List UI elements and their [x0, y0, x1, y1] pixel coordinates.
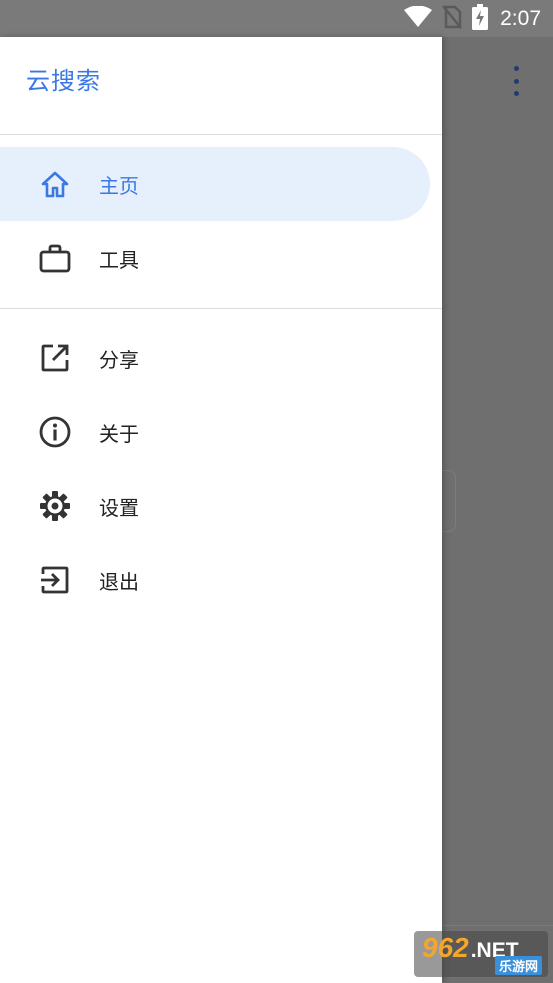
nav-item-label: 主页 [99, 173, 139, 198]
status-bar: 2:07 [0, 0, 553, 37]
watermark-number: 962 [422, 932, 469, 963]
wifi-icon [404, 5, 433, 32]
nav-group-secondary: 分享 关于 设置 退出 [0, 308, 442, 630]
nav-item-label: 退出 [99, 569, 139, 594]
drawer-header: 云搜索 [0, 37, 442, 135]
nav-item-share[interactable]: 分享 [0, 321, 430, 395]
status-time: 2:07 [500, 6, 541, 30]
watermark-logo: 962 .NET 乐游网 [414, 931, 548, 977]
nav-item-label: 工具 [99, 247, 139, 272]
drawer-title: 云搜索 [26, 67, 101, 95]
battery-charging-icon [472, 3, 489, 34]
exit-icon [38, 563, 72, 597]
nav-item-label: 设置 [99, 495, 139, 520]
navigation-drawer: 云搜索 主页 工具 分享 关于 设置 退出 [0, 37, 442, 983]
nav-item-label: 分享 [99, 347, 139, 372]
open-in-new-icon [38, 341, 72, 375]
more-vert-icon[interactable] [506, 66, 526, 96]
nav-item-tools[interactable]: 工具 [0, 221, 430, 295]
nav-item-settings[interactable]: 设置 [0, 469, 430, 543]
nav-item-home[interactable]: 主页 [0, 147, 430, 221]
info-icon [38, 415, 72, 449]
watermark-caption: 乐游网 [494, 956, 542, 975]
nav-group-primary: 主页 工具 [0, 135, 442, 308]
background-divider [442, 925, 553, 926]
nav-item-label: 关于 [99, 421, 139, 446]
gear-icon [38, 489, 72, 523]
briefcase-icon [38, 241, 72, 275]
home-icon [38, 167, 72, 201]
nav-item-exit[interactable]: 退出 [0, 543, 430, 617]
no-sim-icon [442, 4, 463, 33]
nav-item-about[interactable]: 关于 [0, 395, 430, 469]
